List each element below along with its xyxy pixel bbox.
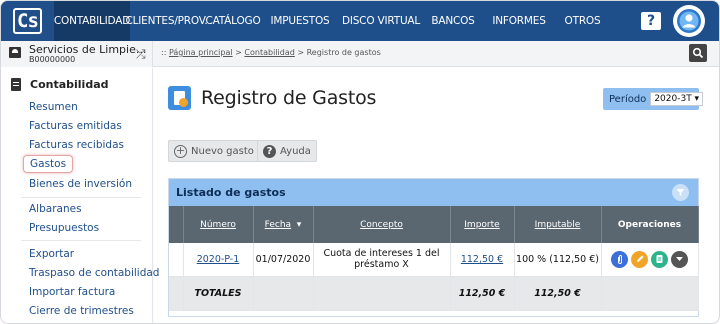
totals-empty [601, 276, 699, 311]
new-expense-button[interactable]: + Nuevo gasto [168, 140, 260, 162]
cell-fecha: 01/07/2020 [253, 243, 314, 277]
column-importe[interactable]: Importe [450, 206, 515, 243]
nav-impuestos[interactable]: IMPUESTOS [263, 1, 337, 41]
document-icon [11, 78, 21, 91]
sort-desc-icon: ▾ [291, 219, 302, 230]
company-selector[interactable]: Servicios de Limpie... B00000000 ⤮ [1, 41, 153, 67]
search-icon [692, 47, 704, 59]
cell-numero[interactable]: 2020-P-1 [183, 243, 254, 277]
cell-operaciones [601, 243, 699, 277]
totals-importe: 112,50 € [450, 276, 515, 311]
column-select [169, 206, 184, 243]
sidebar-header: Contabilidad [30, 78, 109, 91]
sidebar-item-gastos[interactable]: Gastos [23, 155, 74, 173]
plus-circle-icon: + [174, 144, 187, 158]
filter-icon [676, 189, 685, 196]
nav-otros[interactable]: OTROS [557, 1, 608, 41]
chevron-down-icon[interactable] [671, 250, 688, 268]
totals-empty [313, 276, 451, 311]
panel-title: Listado de gastos [176, 186, 286, 199]
sidebar-item-facturas-emitidas[interactable]: Facturas emitidas [29, 120, 122, 132]
user-avatar-icon[interactable] [673, 5, 705, 37]
attachment-icon[interactable] [611, 250, 628, 268]
sidebar-item-exportar[interactable]: Exportar [29, 248, 74, 260]
cell-imputable: 100 % (112,50 €) [514, 243, 602, 277]
column-concepto[interactable]: Concepto [313, 206, 451, 243]
table-row: 2020-P-1 01/07/2020 Cuota de intereses 1… [169, 243, 699, 277]
copy-icon[interactable] [651, 250, 668, 268]
totals-imputable: 112,50 € [514, 276, 602, 311]
breadcrumb-home[interactable]: Página principal [169, 48, 233, 57]
question-circle-icon: ? [263, 144, 276, 158]
column-imputable[interactable]: Imputable [514, 206, 602, 243]
cell-importe[interactable]: 112,50 € [450, 243, 515, 277]
table-header-row: Número Fecha ▾ Concepto Importe Imputabl… [169, 206, 699, 243]
totals-select-cell [169, 276, 184, 311]
sidebar-item-facturas-recibidas[interactable]: Facturas recibidas [29, 139, 124, 151]
swap-icon[interactable]: ⤮ [136, 47, 146, 62]
sidebar: Contabilidad Resumen Facturas emitidas F… [1, 68, 159, 323]
cell-concepto: Cuota de intereses 1 del préstamo X [313, 243, 451, 277]
pencil-icon[interactable] [631, 250, 648, 268]
company-code: B00000000 [29, 55, 76, 64]
column-fecha[interactable]: Fecha ▾ [253, 206, 314, 243]
nav-clientes[interactable]: CLIENTES/PROV. [125, 1, 207, 41]
breadcrumb: :: Página principal > Contabilidad > Reg… [161, 48, 381, 57]
help-icon: ? [646, 13, 656, 29]
new-expense-label: Nuevo gasto [191, 145, 254, 157]
app-window: Cs CONTABILIDAD CLIENTES/PROV. CATÁLOGO … [0, 0, 720, 324]
sidebar-item-importar-factura[interactable]: Importar factura [29, 286, 115, 298]
column-numero[interactable]: Número [183, 206, 254, 243]
period-select[interactable]: 2020-3T ▾ [650, 92, 704, 106]
sidebar-divider [21, 240, 141, 241]
row-select-cell [169, 243, 184, 277]
sidebar-item-cierre-trimestres[interactable]: Cierre de trimestres [29, 305, 134, 317]
help-page-label: Ayuda [280, 145, 311, 157]
help-button[interactable]: ? [641, 12, 661, 30]
sidebar-divider [21, 197, 141, 198]
breadcrumb-current: Registro de gastos [306, 48, 381, 57]
sidebar-item-presupuestos[interactable]: Presupuestos [29, 222, 99, 234]
nav-disco-virtual[interactable]: DISCO VIRTUAL [337, 1, 425, 41]
search-button[interactable] [689, 44, 707, 62]
totals-empty [253, 276, 314, 311]
top-navigation: Cs CONTABILIDAD CLIENTES/PROV. CATÁLOGO … [1, 1, 719, 41]
panel-header: Listado de gastos [169, 179, 698, 206]
context-bar: Servicios de Limpie... B00000000 ⤮ :: Pá… [1, 41, 719, 67]
nav-contabilidad[interactable]: CONTABILIDAD [54, 1, 130, 41]
expense-document-icon [168, 86, 191, 110]
nav-catalogo[interactable]: CATÁLOGO [203, 1, 263, 41]
sidebar-item-bienes-inversion[interactable]: Bienes de inversión [29, 178, 132, 190]
filter-button[interactable] [672, 184, 689, 201]
page-title: Registro de Gastos [201, 87, 377, 109]
period-selector: Período 2020-3T ▾ [603, 88, 704, 110]
app-logo[interactable]: Cs [1, 1, 54, 41]
expenses-table: Número Fecha ▾ Concepto Importe Imputabl… [169, 206, 699, 311]
column-operaciones: Operaciones [601, 206, 699, 243]
help-page-button[interactable]: ? Ayuda [257, 140, 317, 162]
period-label: Período [609, 93, 647, 105]
sidebar-item-traspaso[interactable]: Traspaso de contabilidad [29, 267, 159, 279]
sidebar-item-albaranes[interactable]: Albaranes [29, 203, 82, 215]
totals-row: TOTALES 112,50 € 112,50 € [169, 276, 699, 311]
breadcrumb-section[interactable]: Contabilidad [244, 48, 294, 57]
sidebar-item-resumen[interactable]: Resumen [29, 101, 78, 113]
id-card-icon [9, 47, 21, 58]
nav-informes[interactable]: INFORMES [481, 1, 557, 41]
totals-label: TOTALES [183, 276, 254, 311]
nav-bancos[interactable]: BANCOS [425, 1, 481, 41]
expenses-panel: Listado de gastos Número Fecha ▾ Concept… [168, 178, 699, 317]
